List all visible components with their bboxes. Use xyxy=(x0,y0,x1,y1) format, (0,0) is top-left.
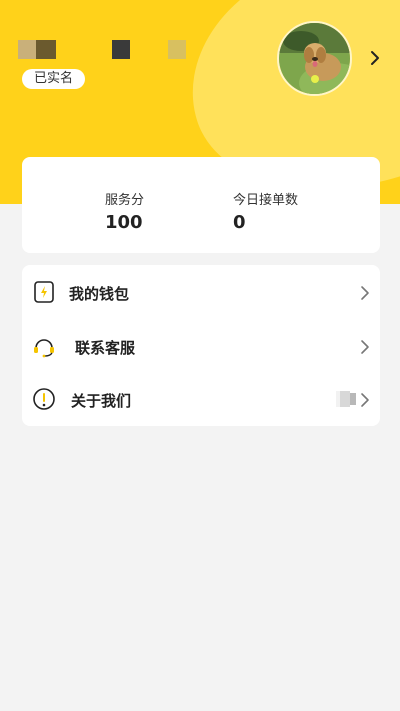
menu-item-wallet[interactable]: 我的钱包 xyxy=(22,266,380,319)
chevron-right-icon xyxy=(361,393,369,407)
info-icon xyxy=(33,388,55,410)
avatar[interactable] xyxy=(277,21,352,96)
stats-card: 服务分 100 今日接单数 0 xyxy=(22,157,380,253)
verified-badge: 已实名 xyxy=(22,69,86,89)
today-orders: 今日接单数 0 xyxy=(233,189,353,233)
chevron-right-icon xyxy=(361,286,369,300)
today-orders-label: 今日接单数 xyxy=(233,193,299,208)
masked-version-text xyxy=(336,391,356,407)
menu-list: 我的钱包 联系客服 关于我们 xyxy=(22,265,380,426)
username-masked xyxy=(18,40,218,59)
service-score: 服务分 100 xyxy=(105,189,225,233)
menu-item-label: 关于我们 xyxy=(71,392,132,410)
headset-icon xyxy=(34,339,54,358)
wallet-icon xyxy=(34,281,54,303)
service-score-value: 100 xyxy=(105,212,143,233)
menu-item-support[interactable]: 联系客服 xyxy=(22,320,380,373)
today-orders-value: 0 xyxy=(233,212,246,233)
chevron-right-icon xyxy=(361,340,369,354)
menu-item-about[interactable]: 关于我们 xyxy=(22,373,380,426)
menu-item-label: 联系客服 xyxy=(75,339,136,357)
menu-item-label: 我的钱包 xyxy=(69,285,130,303)
service-score-label: 服务分 xyxy=(105,193,145,208)
chevron-right-icon[interactable] xyxy=(368,49,382,67)
